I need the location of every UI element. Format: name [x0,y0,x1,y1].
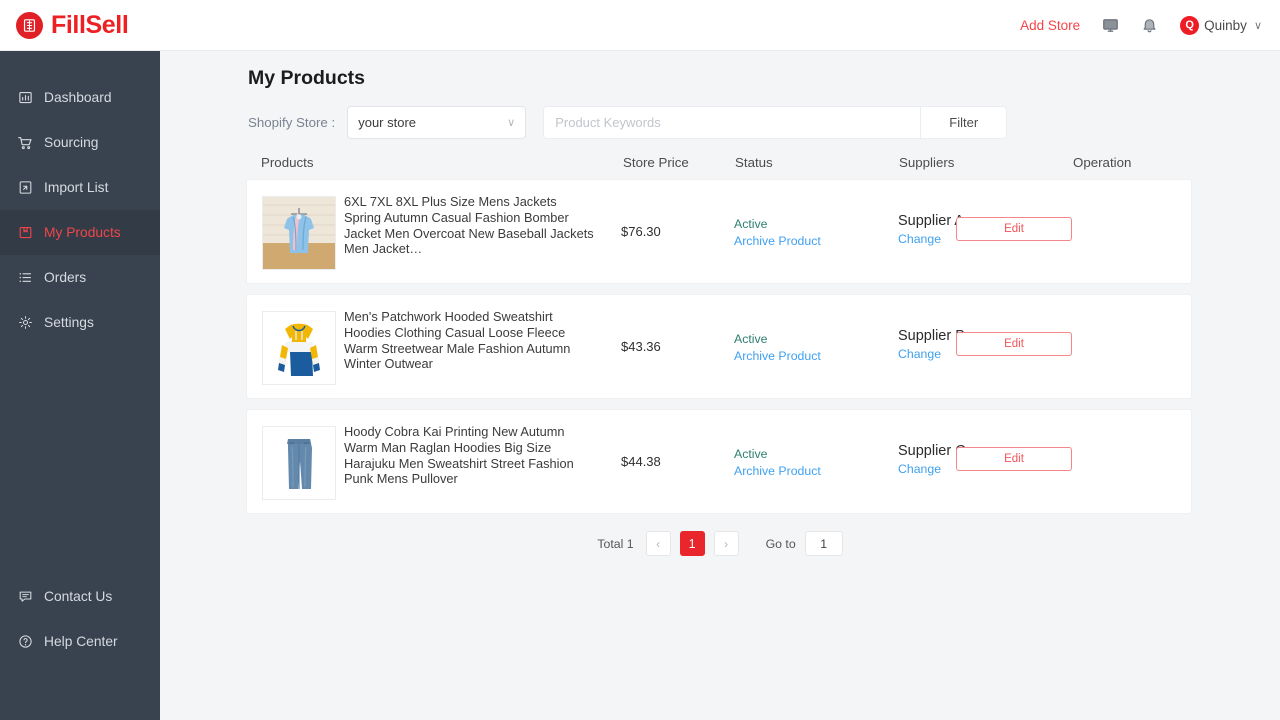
import-file-icon [17,180,33,196]
pagination-goto-input[interactable] [804,531,843,556]
sidebar-item-label: Settings [44,315,94,330]
sidebar-item-contact-us[interactable]: Contact Us [0,574,160,619]
sidebar-item-label: Dashboard [44,90,112,105]
shopify-store-label: Shopify Store : [248,115,336,130]
sidebar-item-orders[interactable]: Orders [0,255,160,300]
brand-logo[interactable]: FillSell [16,10,129,39]
sidebar-item-label: Sourcing [44,135,99,150]
product-status: Active Archive Product [734,446,821,480]
status-badge: Active [734,447,768,461]
list-icon [17,270,33,286]
product-supplier: Supplier A Change [898,213,964,246]
product-status: Active Archive Product [734,216,821,250]
product-supplier: Supplier B Change [898,328,965,361]
pagination-prev-button[interactable]: ‹ [645,531,671,556]
change-supplier-link[interactable]: Change [898,232,964,246]
supplier-name: Supplier A [898,213,965,229]
archive-product-link[interactable]: Archive Product [734,348,821,365]
product-price: $43.36 [621,339,661,354]
product-list: 6XL 7XL 8XL Plus Size Mens Jackets Sprin… [246,179,1194,524]
shopify-store-value: your store [358,115,417,130]
product-price: $44.38 [621,454,661,469]
sidebar-item-settings[interactable]: Settings [0,300,160,345]
table-header: Products Store Price Status Suppliers Op… [248,155,1194,177]
fillsell-logo-icon [16,11,43,39]
sidebar-nav-secondary: Contact Us Help Center [0,574,160,664]
gear-icon [17,315,33,331]
pagination-goto-label: Go to [765,536,796,551]
sidebar-item-import-list[interactable]: Import List [0,165,160,210]
archive-product-link[interactable]: Archive Product [734,463,821,480]
sidebar-nav-primary: Dashboard Sourcing Import List My Produc… [0,51,160,345]
column-header-products: Products [261,155,314,170]
product-title[interactable]: 6XL 7XL 8XL Plus Size Mens Jackets Sprin… [344,194,596,257]
bell-icon[interactable] [1141,17,1158,34]
supplier-name: Supplier B [898,328,965,344]
main-content: My Products Shopify Store : your store ∨… [160,51,1280,720]
product-thumbnail[interactable] [262,196,336,270]
avatar: Q [1180,15,1200,35]
edit-button[interactable]: Edit [956,217,1072,241]
sidebar-item-label: Contact Us [44,589,113,604]
product-title[interactable]: Men's Patchwork Hooded Sweatshirt Hoodie… [344,309,596,372]
table-row: Men's Patchwork Hooded Sweatshirt Hoodie… [246,294,1192,399]
add-store-link[interactable]: Add Store [1020,18,1080,33]
sidebar-item-label: Help Center [44,634,118,649]
pagination: Total 1 ‹ 1 › Go to [160,531,1280,556]
top-header: FillSell Add Store Q Quinby ∨ [0,0,1280,51]
chevron-down-icon: ∨ [507,117,516,129]
table-row: Hoody Cobra Kai Printing New Autumn Warm… [246,409,1192,514]
filter-button[interactable]: Filter [920,106,1008,139]
edit-button[interactable]: Edit [956,332,1072,356]
product-thumbnail[interactable] [262,426,336,500]
column-header-status: Status [735,155,773,170]
chevron-down-icon: ∨ [1253,19,1262,32]
edit-button[interactable]: Edit [956,447,1072,471]
pagination-next-button[interactable]: › [713,531,739,556]
column-header-price: Store Price [623,155,689,170]
status-badge: Active [734,217,768,231]
user-menu[interactable]: Q Quinby ∨ [1180,15,1262,35]
chat-icon [17,589,33,605]
page-title: My Products [248,67,366,89]
search-group: Filter [543,106,1008,139]
column-header-suppliers: Suppliers [899,155,955,170]
product-price: $76.30 [621,224,661,239]
sidebar-item-dashboard[interactable]: Dashboard [0,75,160,120]
monitor-icon[interactable] [1102,17,1119,34]
box-icon [17,225,33,241]
status-badge: Active [734,332,768,346]
user-name: Quinby [1204,17,1247,33]
sidebar-item-label: Orders [44,270,87,285]
product-title[interactable]: Hoody Cobra Kai Printing New Autumn Warm… [344,424,596,487]
sidebar-item-label: My Products [44,225,121,240]
sidebar-item-sourcing[interactable]: Sourcing [0,120,160,165]
table-row: 6XL 7XL 8XL Plus Size Mens Jackets Sprin… [246,179,1192,284]
question-circle-icon [17,634,33,650]
search-input[interactable] [543,106,921,139]
shopify-store-select[interactable]: your store ∨ [347,106,527,139]
product-thumbnail[interactable] [262,311,336,385]
filter-bar: Shopify Store : your store ∨ Filter [248,106,1008,139]
sidebar-item-help-center[interactable]: Help Center [0,619,160,664]
sidebar: Dashboard Sourcing Import List My Produc… [0,51,160,720]
column-header-operation: Operation [1073,155,1132,170]
change-supplier-link[interactable]: Change [898,347,965,361]
pagination-page-1[interactable]: 1 [679,531,705,556]
brand-name: FillSell [51,10,129,39]
archive-product-link[interactable]: Archive Product [734,233,821,250]
app-root: FillSell Add Store Q Quinby ∨ Dashboard … [0,0,1280,720]
product-status: Active Archive Product [734,331,821,365]
cart-icon [17,135,33,151]
pagination-total: Total 1 [597,536,634,551]
header-actions: Add Store Q Quinby ∨ [1020,15,1262,35]
dashboard-icon [17,90,33,106]
sidebar-item-label: Import List [44,180,109,195]
sidebar-item-my-products[interactable]: My Products [0,210,160,255]
